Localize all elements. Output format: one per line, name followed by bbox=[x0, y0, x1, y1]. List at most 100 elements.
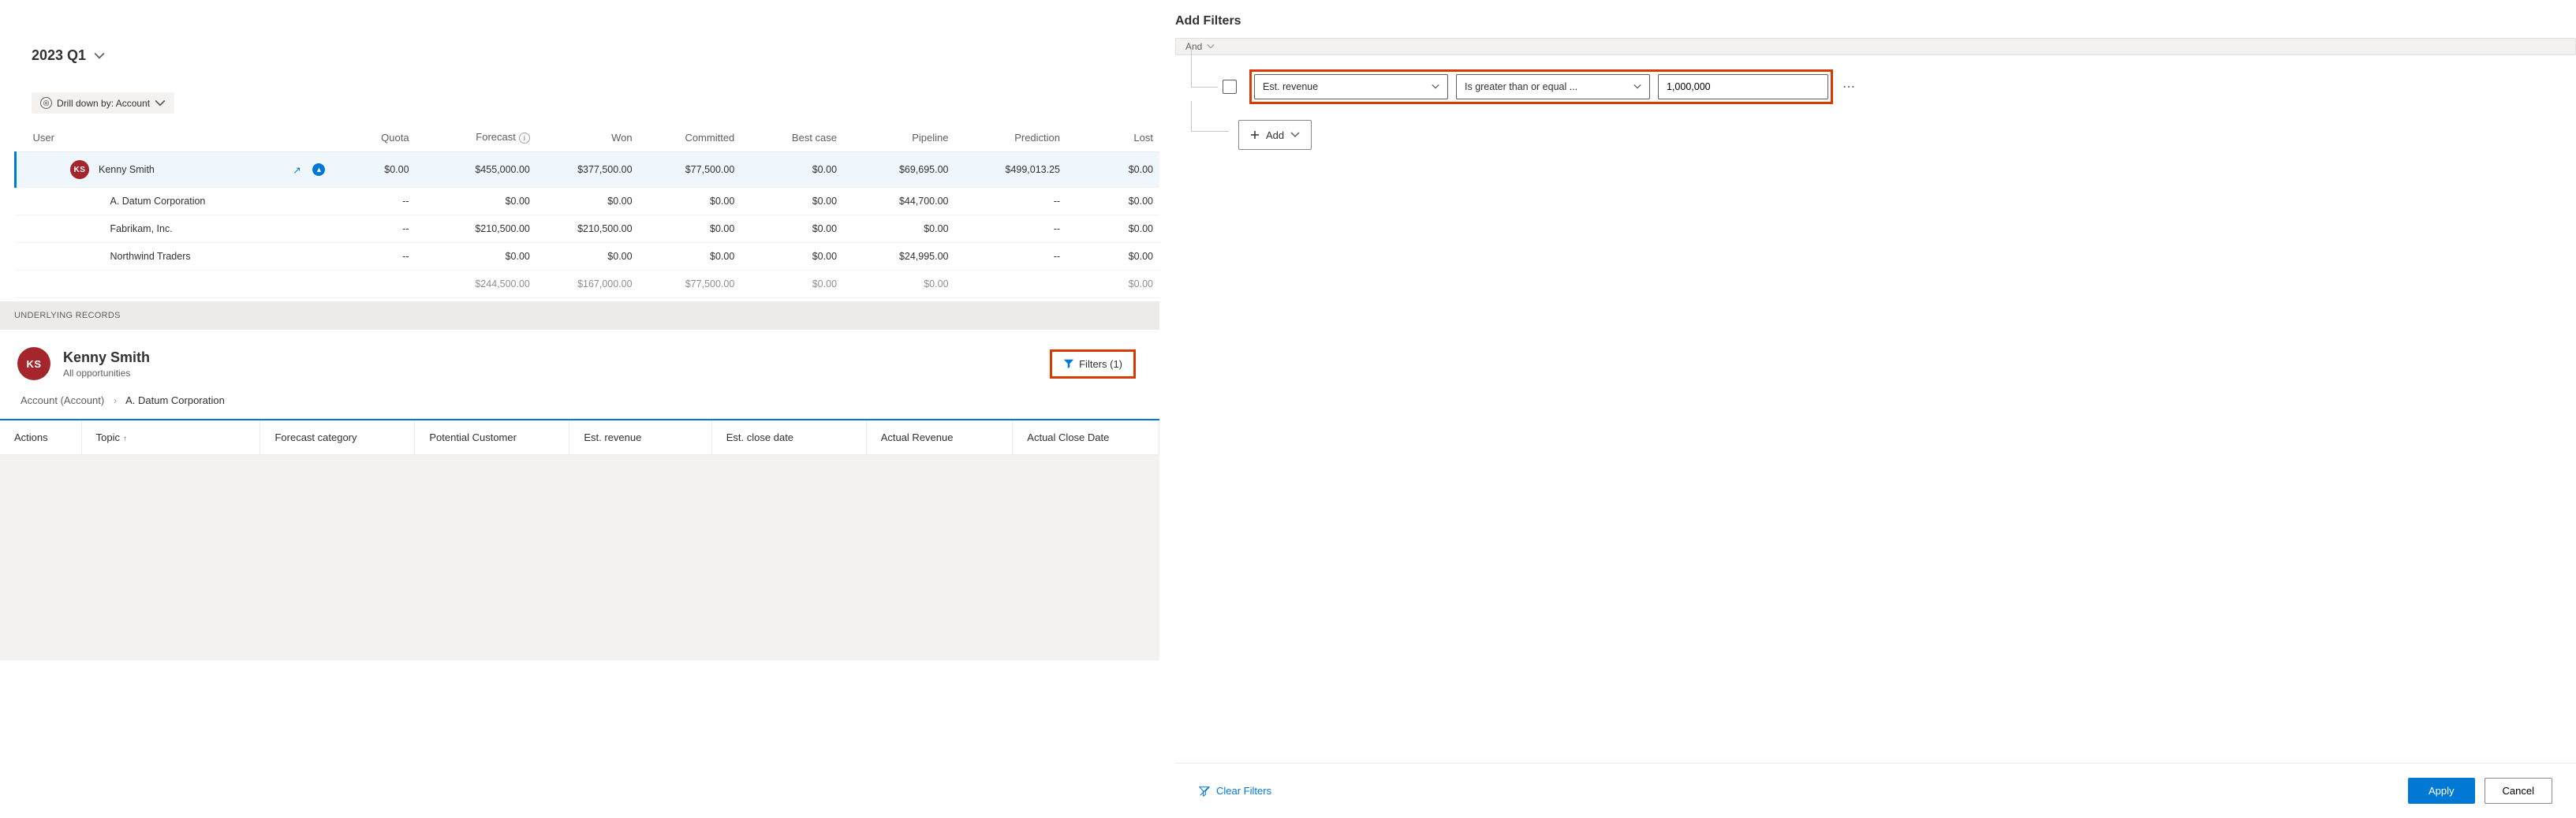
col-potential-customer[interactable]: Potential Customer bbox=[415, 420, 569, 455]
col-forecast[interactable]: Forecasti bbox=[416, 123, 536, 152]
cell-forecast: $210,500.00 bbox=[416, 215, 536, 243]
col-user[interactable]: User bbox=[16, 123, 332, 152]
col-lost[interactable]: Lost bbox=[1066, 123, 1159, 152]
cell-prediction: -- bbox=[955, 188, 1067, 215]
cell-forecast: $0.00 bbox=[416, 243, 536, 271]
cell-best-case: $0.00 bbox=[741, 243, 843, 271]
cell-forecast: $0.00 bbox=[416, 188, 536, 215]
avatar: KS bbox=[70, 160, 89, 179]
breadcrumb-root[interactable]: Account (Account) bbox=[21, 394, 104, 406]
add-label: Add bbox=[1266, 129, 1284, 141]
up-icon[interactable]: ▲ bbox=[312, 163, 325, 176]
cell-committed: $0.00 bbox=[639, 188, 741, 215]
cell-won: $377,500.00 bbox=[536, 152, 639, 188]
cell-lost: $0.00 bbox=[1066, 188, 1159, 215]
col-won[interactable]: Won bbox=[536, 123, 639, 152]
cell-best-case: $0.00 bbox=[741, 152, 843, 188]
col-est-close-date[interactable]: Est. close date bbox=[711, 420, 866, 455]
col-actions[interactable]: Actions bbox=[0, 420, 81, 455]
cell-forecast: $244,500.00 bbox=[416, 271, 536, 298]
share-icon[interactable]: ↗ bbox=[290, 163, 303, 176]
cell-pipeline: $0.00 bbox=[843, 271, 955, 298]
cell-best-case: $0.00 bbox=[741, 188, 843, 215]
account-name: Northwind Traders bbox=[16, 243, 332, 271]
cell-forecast: $455,000.00 bbox=[416, 152, 536, 188]
empty-table-body bbox=[0, 455, 1159, 660]
cell-lost: $0.00 bbox=[1066, 152, 1159, 188]
cell-pipeline: $24,995.00 bbox=[843, 243, 955, 271]
chevron-down-icon bbox=[155, 98, 166, 109]
clear-filters-button[interactable]: Clear Filters bbox=[1199, 785, 1271, 797]
filter-operator-value: Is greater than or equal ... bbox=[1465, 81, 1577, 92]
cell-quota: -- bbox=[331, 188, 415, 215]
cell-won: $0.00 bbox=[536, 188, 639, 215]
table-header-row: User Quota Forecasti Won Committed Best … bbox=[16, 123, 1160, 152]
cancel-button[interactable]: Cancel bbox=[2485, 778, 2552, 804]
cell-lost: $0.00 bbox=[1066, 271, 1159, 298]
tree-connector bbox=[1196, 110, 1238, 150]
cell-committed: $77,500.00 bbox=[639, 152, 741, 188]
chevron-down-icon bbox=[1207, 43, 1215, 50]
drill-down-button[interactable]: ◎ Drill down by: Account bbox=[32, 92, 174, 114]
filter-row-checkbox[interactable] bbox=[1223, 80, 1237, 94]
cell-committed: $77,500.00 bbox=[639, 271, 741, 298]
col-forecast-category[interactable]: Forecast category bbox=[260, 420, 415, 455]
col-actual-close-date[interactable]: Actual Close Date bbox=[1013, 420, 1159, 455]
cell-lost: $0.00 bbox=[1066, 243, 1159, 271]
cell-prediction: -- bbox=[955, 243, 1067, 271]
chevron-down-icon bbox=[94, 50, 105, 62]
info-icon[interactable]: i bbox=[519, 133, 530, 144]
col-actual-revenue[interactable]: Actual Revenue bbox=[866, 420, 1013, 455]
table-row[interactable]: $244,500.00 $167,000.00 $77,500.00 $0.00… bbox=[16, 271, 1160, 298]
cell-quota: $0.00 bbox=[331, 152, 415, 188]
cell-committed: $0.00 bbox=[639, 215, 741, 243]
drill-down-label: Drill down by: Account bbox=[57, 98, 150, 109]
col-quota[interactable]: Quota bbox=[331, 123, 415, 152]
period-selector[interactable]: 2023 Q1 bbox=[32, 47, 105, 64]
col-est-revenue[interactable]: Est. revenue bbox=[569, 420, 711, 455]
clear-filter-icon bbox=[1199, 786, 1210, 797]
and-label: And bbox=[1185, 41, 1202, 52]
avatar: KS bbox=[17, 347, 50, 380]
col-best-case[interactable]: Best case bbox=[741, 123, 843, 152]
opportunities-table: Actions Topic↑ Forecast category Potenti… bbox=[0, 419, 1159, 455]
more-options-button[interactable]: ⋯ bbox=[1838, 79, 1860, 95]
chevron-down-icon bbox=[1290, 130, 1300, 140]
col-prediction[interactable]: Prediction bbox=[955, 123, 1067, 152]
underlying-records-banner: UNDERLYING RECORDS bbox=[0, 301, 1159, 330]
table-row[interactable]: KS Kenny Smith ↗ ▲ $0.00 $455,000.00 $37… bbox=[16, 152, 1160, 188]
cell-quota: -- bbox=[331, 243, 415, 271]
filter-operator-select[interactable]: Is greater than or equal ... bbox=[1456, 74, 1650, 99]
add-filter-button[interactable]: Add bbox=[1238, 120, 1312, 150]
period-label: 2023 Q1 bbox=[32, 47, 86, 64]
chevron-down-icon bbox=[1432, 83, 1439, 91]
cell-best-case: $0.00 bbox=[741, 215, 843, 243]
cell-pipeline: $69,695.00 bbox=[843, 152, 955, 188]
breadcrumb-current: A. Datum Corporation bbox=[125, 394, 225, 406]
filter-field-select[interactable]: Est. revenue bbox=[1254, 74, 1448, 99]
col-topic[interactable]: Topic↑ bbox=[81, 420, 260, 455]
cell-pipeline: $0.00 bbox=[843, 215, 955, 243]
apply-button[interactable]: Apply bbox=[2408, 778, 2475, 804]
filters-button[interactable]: Filters (1) bbox=[1057, 355, 1129, 373]
account-name: A. Datum Corporation bbox=[16, 188, 332, 215]
filter-value-input[interactable] bbox=[1658, 74, 1828, 99]
cell-won: $210,500.00 bbox=[536, 215, 639, 243]
table-row[interactable]: Fabrikam, Inc. -- $210,500.00 $210,500.0… bbox=[16, 215, 1160, 243]
filters-label: Filters (1) bbox=[1079, 358, 1122, 370]
chevron-right-icon: › bbox=[114, 394, 117, 406]
cell-quota: -- bbox=[331, 215, 415, 243]
cell-best-case: $0.00 bbox=[741, 271, 843, 298]
cell-quota bbox=[331, 271, 415, 298]
and-operator-chip[interactable]: And bbox=[1175, 38, 2576, 55]
cell-prediction: $499,013.25 bbox=[955, 152, 1067, 188]
table-row[interactable]: Northwind Traders -- $0.00 $0.00 $0.00 $… bbox=[16, 243, 1160, 271]
col-pipeline[interactable]: Pipeline bbox=[843, 123, 955, 152]
table-row[interactable]: A. Datum Corporation -- $0.00 $0.00 $0.0… bbox=[16, 188, 1160, 215]
user-name: Kenny Smith bbox=[99, 164, 155, 175]
record-subtitle: All opportunities bbox=[63, 368, 150, 379]
sort-asc-icon: ↑ bbox=[123, 435, 127, 443]
account-name: Fabrikam, Inc. bbox=[16, 215, 332, 243]
col-committed[interactable]: Committed bbox=[639, 123, 741, 152]
forecast-table: User Quota Forecasti Won Committed Best … bbox=[14, 123, 1159, 298]
